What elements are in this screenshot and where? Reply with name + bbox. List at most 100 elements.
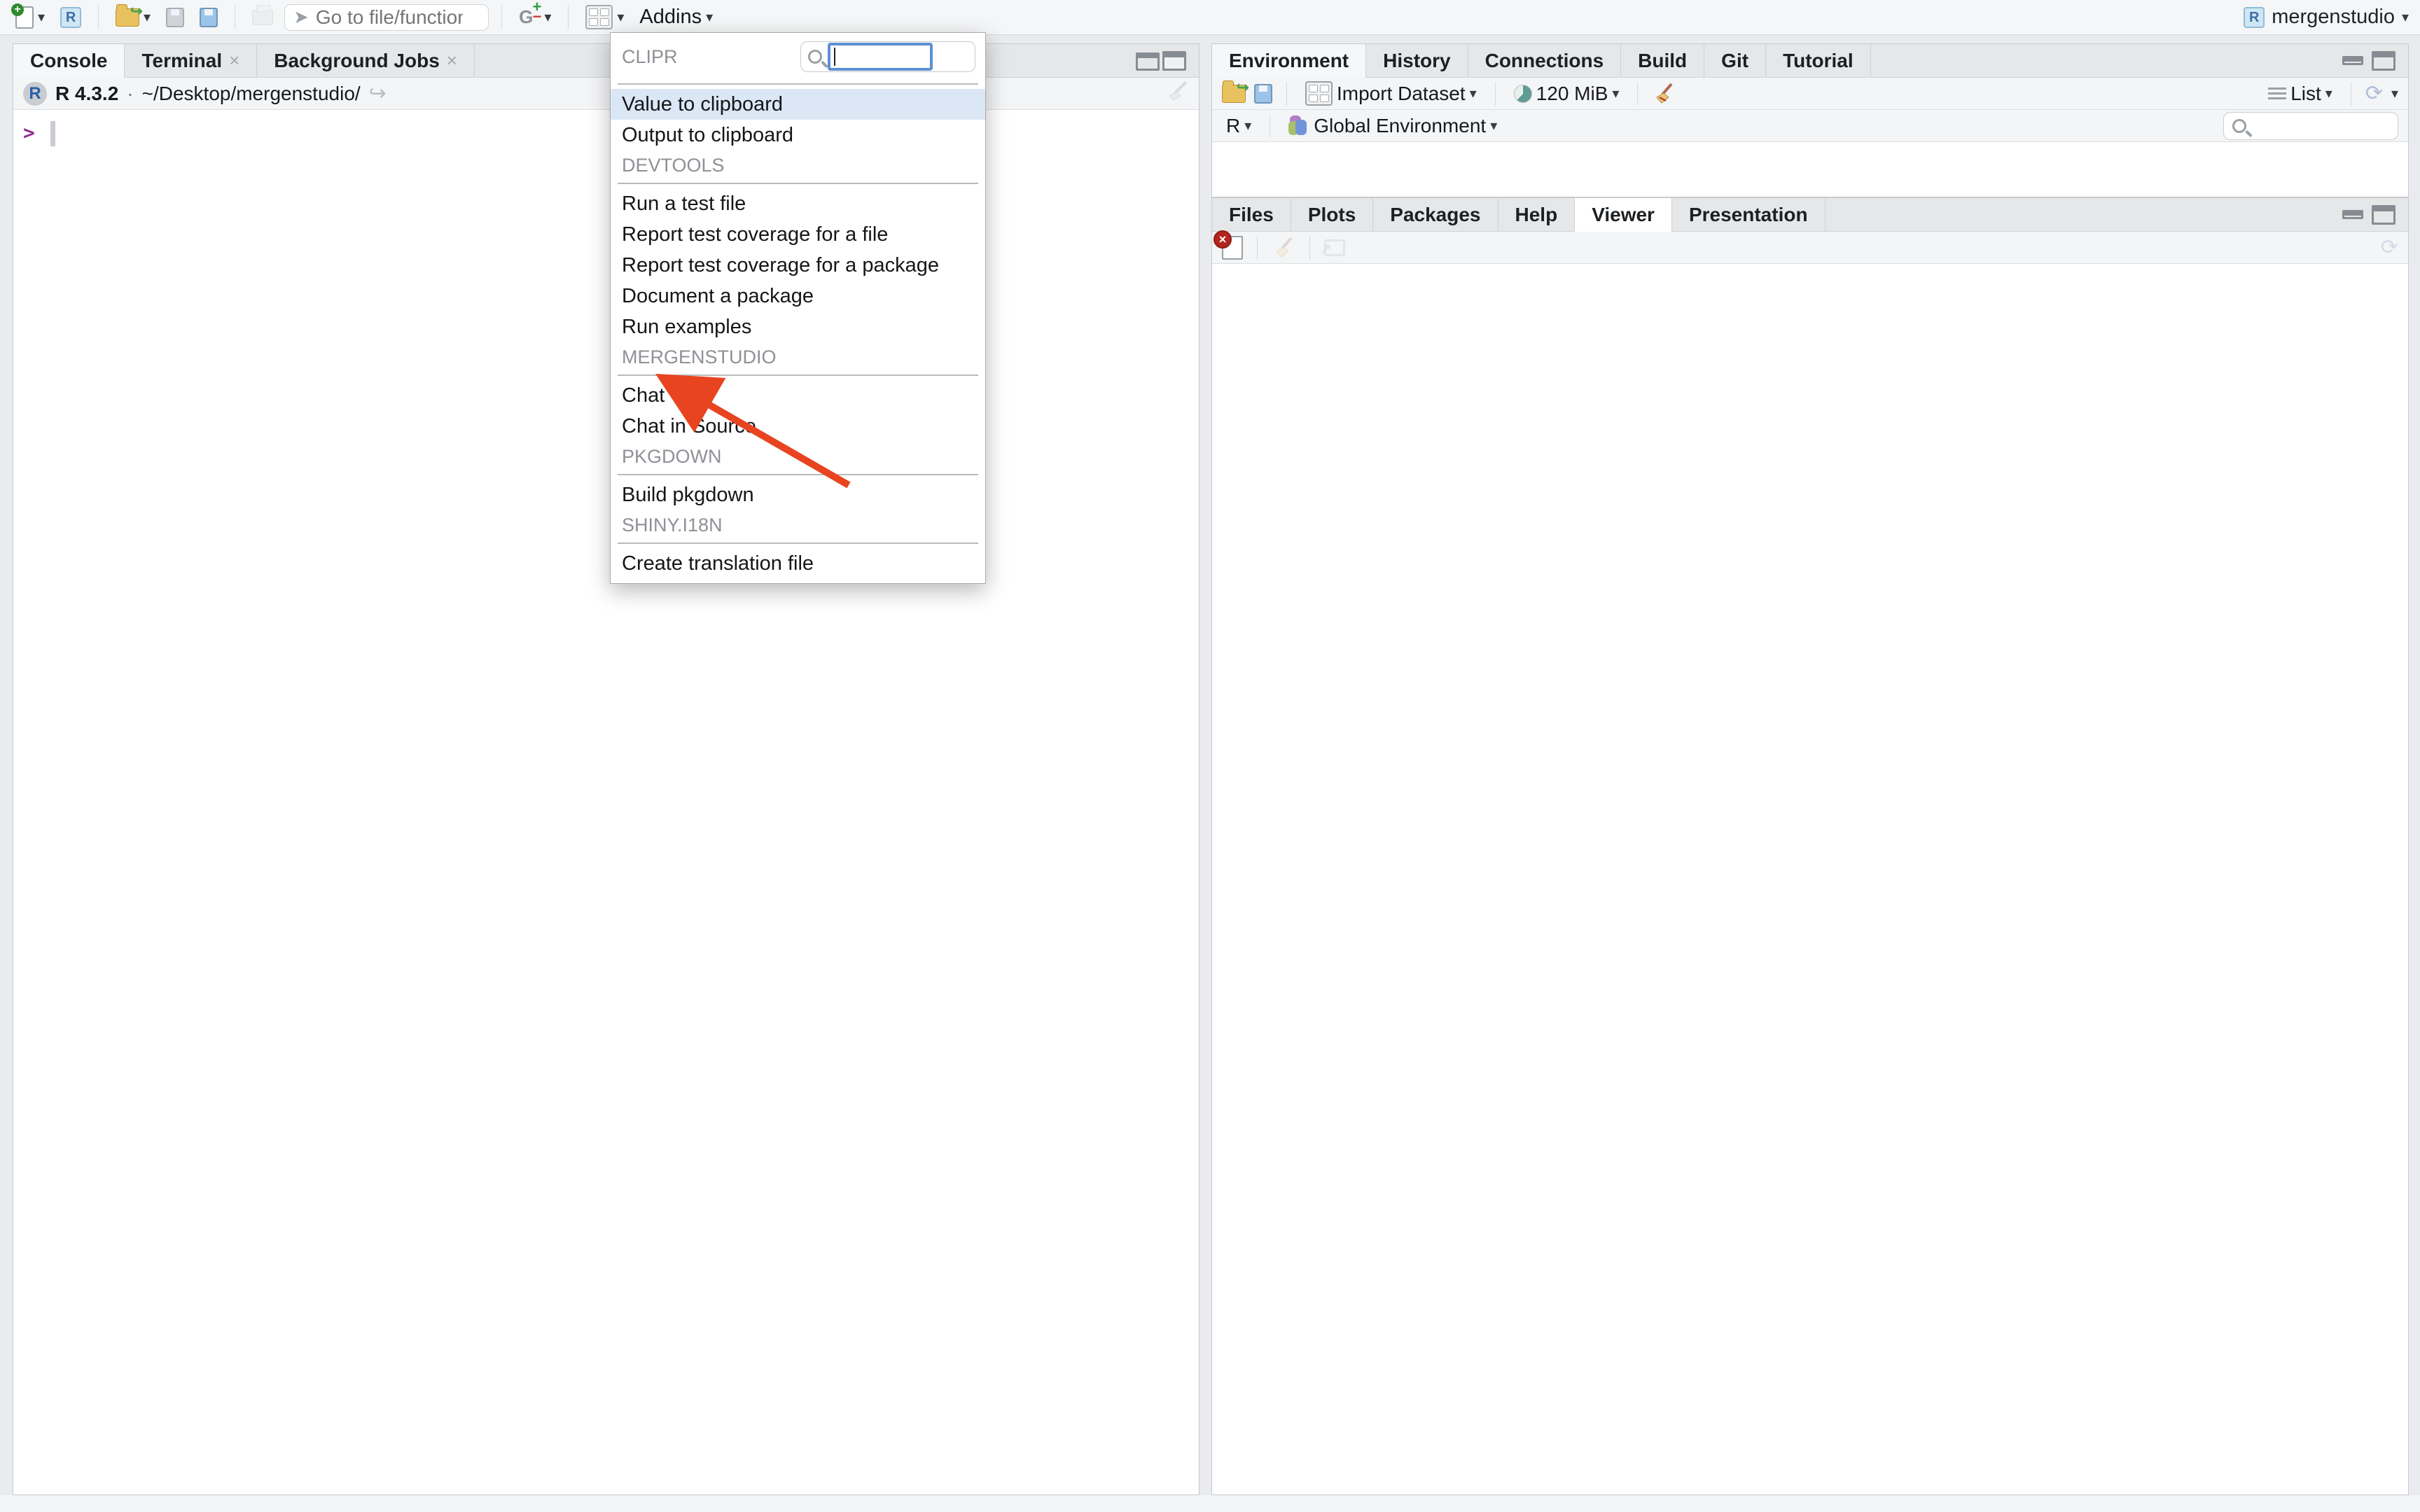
language-selector[interactable]: R ▾ xyxy=(1222,112,1256,140)
section-header-shiny-i18n: SHINY.I18N xyxy=(611,512,985,538)
panes-layout-button[interactable]: ▾ xyxy=(581,2,628,32)
minimize-pane-icon[interactable] xyxy=(2342,56,2363,65)
maximize-pane-icon xyxy=(1136,52,1160,71)
tab-connections[interactable]: Connections xyxy=(1468,44,1622,77)
tab-packages[interactable]: Packages xyxy=(1373,198,1498,231)
chevron-down-icon[interactable]: ▾ xyxy=(617,10,624,24)
go-to-file-search[interactable]: ➤ xyxy=(284,4,489,31)
menu-item-chat[interactable]: Chat xyxy=(611,380,985,411)
new-file-icon: + xyxy=(15,6,34,29)
tab-help[interactable]: Help xyxy=(1498,198,1576,231)
import-dataset-button[interactable]: Import Dataset ▾ xyxy=(1301,78,1481,108)
tab-background-jobs[interactable]: Background Jobs × xyxy=(257,44,475,77)
tab-history[interactable]: History xyxy=(1366,44,1468,77)
viewer-content[interactable] xyxy=(1212,264,2408,1494)
menu-item-report-test-coverage-package[interactable]: Report test coverage for a package xyxy=(611,250,985,281)
environment-toolbar: ↪ Import Dataset ▾ 120 MiB ▾ List ▾ xyxy=(1212,78,2408,110)
tab-console[interactable]: Console xyxy=(13,44,125,78)
open-in-new-window-icon[interactable] xyxy=(1324,239,1345,256)
console-cursor xyxy=(50,121,55,146)
clear-objects-icon[interactable] xyxy=(1652,82,1676,106)
tab-plots[interactable]: Plots xyxy=(1291,198,1373,231)
project-name: mergenstudio xyxy=(2272,6,2395,29)
clear-viewer-icon[interactable] xyxy=(1272,236,1295,260)
minimize-pane-icon[interactable] xyxy=(2342,210,2363,219)
menu-divider xyxy=(618,83,978,85)
tab-git[interactable]: Git xyxy=(1704,44,1766,77)
save-all-button[interactable] xyxy=(195,5,222,30)
save-all-icon xyxy=(200,8,218,27)
maximize-pane-icon[interactable] xyxy=(2372,51,2395,71)
menu-divider xyxy=(618,374,978,376)
tab-environment[interactable]: Environment xyxy=(1212,44,1366,78)
list-view-button[interactable]: List ▾ xyxy=(2264,80,2337,108)
r-logo-icon: R xyxy=(23,82,47,106)
red-x-icon: × xyxy=(1214,230,1232,248)
addins-search-input[interactable] xyxy=(828,43,933,71)
console-tabstrip: Console Terminal × Background Jobs × xyxy=(13,44,1199,78)
save-button[interactable] xyxy=(162,5,188,30)
menu-item-run-a-test-file[interactable]: Run a test file xyxy=(611,188,985,219)
stop-viewer-icon[interactable]: × xyxy=(1222,236,1243,260)
search-icon xyxy=(808,50,822,64)
restore-panes-button[interactable] xyxy=(1130,51,1186,71)
environment-search[interactable] xyxy=(2223,112,2398,140)
environment-search-input[interactable] xyxy=(2253,115,2379,137)
chevron-down-icon[interactable]: ▾ xyxy=(544,10,551,24)
menu-item-build-pkgdown[interactable]: Build pkgdown xyxy=(611,479,985,510)
import-dataset-icon xyxy=(1305,81,1333,106)
menu-item-chat-in-source[interactable]: Chat in Source xyxy=(611,411,985,442)
files-tabstrip: Files Plots Packages Help Viewer Present… xyxy=(1212,198,2408,232)
tab-tutorial[interactable]: Tutorial xyxy=(1766,44,1871,77)
project-cube-icon: R xyxy=(2244,7,2265,28)
git-button[interactable]: G+− ▾ xyxy=(515,4,555,31)
go-to-file-input[interactable] xyxy=(316,6,463,29)
open-arrow-icon: ↪ xyxy=(130,2,143,20)
scope-selector[interactable]: Global Environment ▾ xyxy=(1284,112,1501,140)
chevron-down-icon: ▾ xyxy=(1612,87,1619,101)
menu-item-document-a-package[interactable]: Document a package xyxy=(611,281,985,312)
open-folder-icon: ↪ xyxy=(116,8,139,27)
print-button[interactable] xyxy=(248,7,277,28)
environment-content[interactable] xyxy=(1212,142,2408,197)
maximize-pane-icon[interactable] xyxy=(2372,205,2395,225)
environment-tabstrip: Environment History Connections Build Gi… xyxy=(1212,44,2408,78)
open-directory-icon[interactable]: ↪ xyxy=(369,81,387,106)
toolbar-divider xyxy=(98,6,99,29)
addins-label: Addins xyxy=(639,6,702,29)
save-workspace-icon[interactable] xyxy=(1254,84,1272,104)
working-directory: ~/Desktop/mergenstudio/ xyxy=(142,83,361,105)
global-environment-icon xyxy=(1288,115,1309,136)
close-icon[interactable]: × xyxy=(229,50,239,71)
menu-divider xyxy=(618,474,978,475)
tab-files[interactable]: Files xyxy=(1212,198,1291,231)
memory-usage-button[interactable]: 120 MiB ▾ xyxy=(1510,80,1624,108)
new-file-button[interactable]: + ▾ xyxy=(11,4,49,31)
tab-presentation[interactable]: Presentation xyxy=(1672,198,1826,231)
load-workspace-icon[interactable]: ↪ xyxy=(1222,85,1246,103)
close-icon[interactable]: × xyxy=(447,50,457,71)
menu-item-output-to-clipboard[interactable]: Output to clipboard xyxy=(611,120,985,150)
console-output[interactable]: > xyxy=(13,110,1199,146)
chevron-down-icon[interactable]: ▾ xyxy=(144,10,151,24)
clear-console-icon[interactable] xyxy=(1165,79,1189,103)
search-icon xyxy=(2232,119,2246,133)
menu-item-value-to-clipboard[interactable]: Value to clipboard xyxy=(611,89,985,120)
refresh-icon[interactable]: ⟳ xyxy=(2365,83,2383,104)
open-file-button[interactable]: ↪ ▾ xyxy=(111,6,155,29)
tab-viewer[interactable]: Viewer xyxy=(1575,198,1672,232)
project-selector[interactable]: R mergenstudio ▾ xyxy=(2244,6,2409,29)
toolbar-divider xyxy=(568,6,569,29)
tab-terminal[interactable]: Terminal × xyxy=(125,44,257,77)
menu-item-report-test-coverage-file[interactable]: Report test coverage for a file xyxy=(611,219,985,250)
new-project-button[interactable]: R xyxy=(56,4,85,31)
chevron-down-icon[interactable]: ▾ xyxy=(2391,87,2398,101)
tab-build[interactable]: Build xyxy=(1621,44,1704,77)
menu-item-run-examples[interactable]: Run examples xyxy=(611,312,985,342)
addins-search[interactable] xyxy=(800,41,975,72)
chevron-down-icon[interactable]: ▾ xyxy=(38,10,45,24)
menu-item-create-translation-file[interactable]: Create translation file xyxy=(611,548,985,579)
plus-badge-icon: + xyxy=(11,4,24,16)
refresh-icon[interactable]: ⟳ xyxy=(2381,237,2398,258)
addins-button[interactable]: Addins ▾ xyxy=(635,3,717,31)
